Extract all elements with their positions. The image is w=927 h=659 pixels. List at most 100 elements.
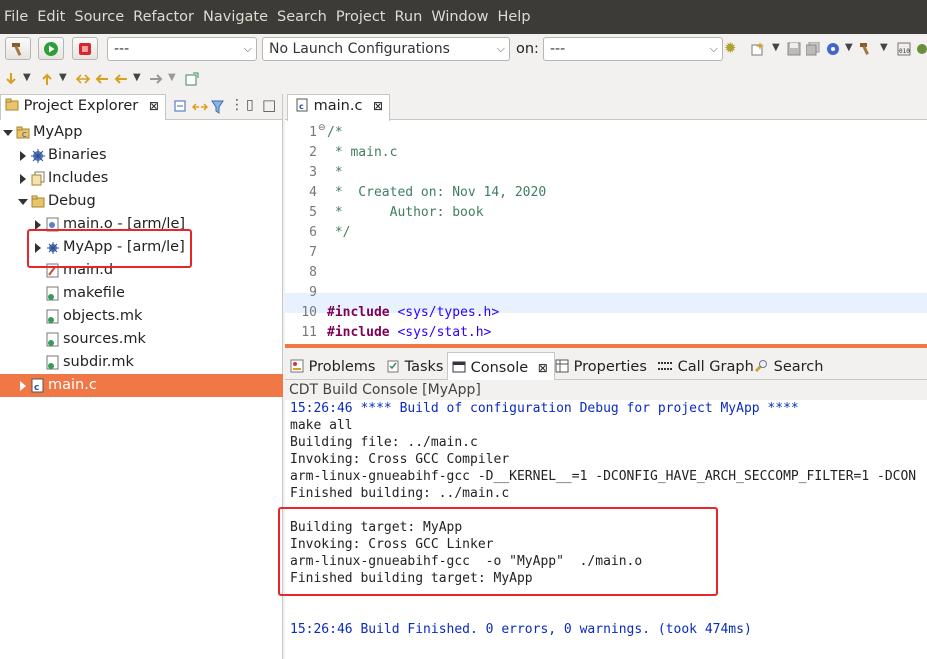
forward-icon[interactable] (149, 72, 163, 86)
next-annotation-icon[interactable] (4, 72, 18, 86)
chevron-right-icon[interactable] (20, 381, 26, 391)
hammer-icon[interactable] (859, 42, 873, 56)
filter-icon[interactable] (211, 100, 224, 114)
highlight-box-link-output (278, 507, 718, 596)
tab-properties[interactable]: Properties (555, 352, 647, 380)
console-line: arm-linux-gnueabihf-gcc -D__KERNEL__=1 -… (290, 469, 917, 484)
menu-edit[interactable]: Edit (33, 0, 70, 34)
tree-item-debug-folder[interactable]: Debug (0, 190, 283, 213)
tasks-icon (387, 360, 399, 373)
include-path: <sys/stat.h> (397, 325, 492, 340)
line-number: 4 (309, 185, 317, 200)
tree-item-makefile[interactable]: makefile (0, 282, 283, 305)
chevron-down-icon[interactable]: ▼ (168, 72, 182, 86)
back-arrow-icon[interactable] (114, 72, 128, 86)
launch-configuration-combo[interactable]: No Launch Configurations ⌵ (262, 37, 510, 61)
link-with-editor-icon[interactable] (192, 100, 208, 114)
gear-icon[interactable]: ✹ (724, 39, 738, 57)
collapse-all-icon[interactable] (174, 100, 188, 114)
tab-search[interactable]: Search (754, 352, 823, 380)
tree-item-subdir-mk[interactable]: subdir.mk (0, 351, 283, 374)
close-icon[interactable]: ⊠ (538, 361, 548, 375)
launch-mode-combo[interactable]: --- ⌵ (107, 37, 257, 61)
menu-help[interactable]: Help (493, 0, 535, 34)
console-title: CDT Build Console [MyApp] (285, 380, 927, 400)
close-icon[interactable]: ⊠ (373, 99, 383, 113)
menu-source[interactable]: Source (70, 0, 129, 34)
binary-icon[interactable]: 010 (897, 42, 911, 56)
sash-highlight[interactable] (285, 344, 927, 348)
menu-project[interactable]: Project (332, 0, 391, 34)
chevron-down-icon[interactable]: ▼ (133, 72, 147, 86)
console-view: Problems Tasks Console ⊠ Properties Call… (278, 352, 927, 659)
minimize-icon[interactable]: ▯ (246, 97, 254, 113)
save-icon[interactable] (787, 42, 801, 56)
chevron-right-icon[interactable] (20, 151, 26, 161)
new-wizard-icon[interactable] (751, 42, 765, 56)
previous-annotation-icon[interactable] (40, 72, 54, 86)
fold-toggle-icon[interactable]: ⊖ (318, 123, 326, 133)
tree-item-binaries[interactable]: Binaries (0, 144, 283, 167)
code-line: * main.c (327, 145, 398, 160)
console-line: make all (290, 418, 353, 433)
tab-tasks[interactable]: Tasks (386, 352, 443, 380)
problems-icon (290, 359, 304, 373)
save-all-icon[interactable] (806, 42, 820, 56)
binaries-icon (31, 149, 45, 163)
tab-label: Project Explorer (23, 98, 139, 114)
back-icon[interactable] (95, 72, 109, 86)
menu-navigate[interactable]: Navigate (199, 0, 273, 34)
makefile-icon (46, 332, 59, 347)
code-editor[interactable]: 1 ⊖ /* 2 * main.c 3 * 4 * Created on: No… (285, 121, 927, 348)
svg-text:010: 010 (899, 48, 910, 55)
tree-item-label: makefile (63, 285, 125, 301)
highlight-box-executable (27, 229, 192, 268)
menu-file[interactable]: File (0, 0, 33, 34)
chevron-down-icon[interactable]: ▼ (59, 72, 73, 86)
chevron-down-icon: ⌵ (243, 42, 252, 55)
maximize-icon[interactable]: □ (262, 96, 276, 114)
menu-refactor[interactable]: Refactor (129, 0, 199, 34)
launch-stop-button[interactable] (72, 37, 98, 60)
build-button[interactable] (5, 37, 31, 60)
tree-item-objects-mk[interactable]: objects.mk (0, 305, 283, 328)
svg-text:c: c (299, 102, 304, 111)
chevron-down-icon[interactable]: ▼ (880, 42, 894, 56)
launch-target-combo[interactable]: --- ⌵ (543, 37, 723, 61)
chevron-down-icon[interactable]: ▼ (772, 42, 786, 56)
tree-item-label: subdir.mk (63, 354, 134, 370)
menu-search[interactable]: Search (273, 0, 332, 34)
tree-item-sources-mk[interactable]: sources.mk (0, 328, 283, 351)
tree-item-label: objects.mk (63, 308, 143, 324)
line-number: 11 (301, 325, 317, 340)
tree-item-myapp-project[interactable]: C MyApp (0, 121, 283, 144)
tree-item-label: sources.mk (63, 331, 146, 347)
menu-window[interactable]: Window (427, 0, 493, 34)
line-number: 6 (309, 225, 317, 240)
close-icon[interactable]: ⊠ (149, 99, 159, 113)
console-line: 15:26:46 **** Build of configuration Deb… (290, 401, 799, 416)
tab-call-graph[interactable]: Call Graph (657, 352, 754, 380)
tab-main-c[interactable]: c main.c ⊠ (287, 94, 391, 121)
chevron-down-icon[interactable] (18, 199, 28, 205)
tree-item-includes[interactable]: Includes (0, 167, 283, 190)
build-all-icon[interactable] (826, 42, 840, 56)
tab-problems[interactable]: Problems (290, 352, 375, 380)
chevron-down-icon[interactable]: ▼ (845, 42, 859, 56)
last-edit-icon[interactable] (76, 72, 90, 86)
stop-icon (79, 42, 91, 55)
c-source-icon: c (296, 98, 308, 112)
chevron-right-icon[interactable] (20, 174, 26, 184)
debug-icon[interactable] (915, 42, 927, 56)
menu-run[interactable]: Run (391, 0, 428, 34)
tab-label: Properties (573, 359, 647, 375)
chevron-down-icon[interactable]: ▼ (23, 72, 37, 86)
pin-editor-icon[interactable] (185, 72, 199, 86)
tab-console[interactable]: Console ⊠ (447, 352, 555, 380)
tab-label: Call Graph (677, 359, 754, 375)
tree-item-main-c[interactable]: c main.c (0, 374, 283, 397)
launch-run-button[interactable] (38, 37, 64, 60)
view-menu-icon[interactable]: ⋮ (230, 97, 244, 113)
chevron-down-icon[interactable] (3, 130, 13, 136)
tab-project-explorer[interactable]: Project Explorer ⊠ (0, 94, 166, 120)
